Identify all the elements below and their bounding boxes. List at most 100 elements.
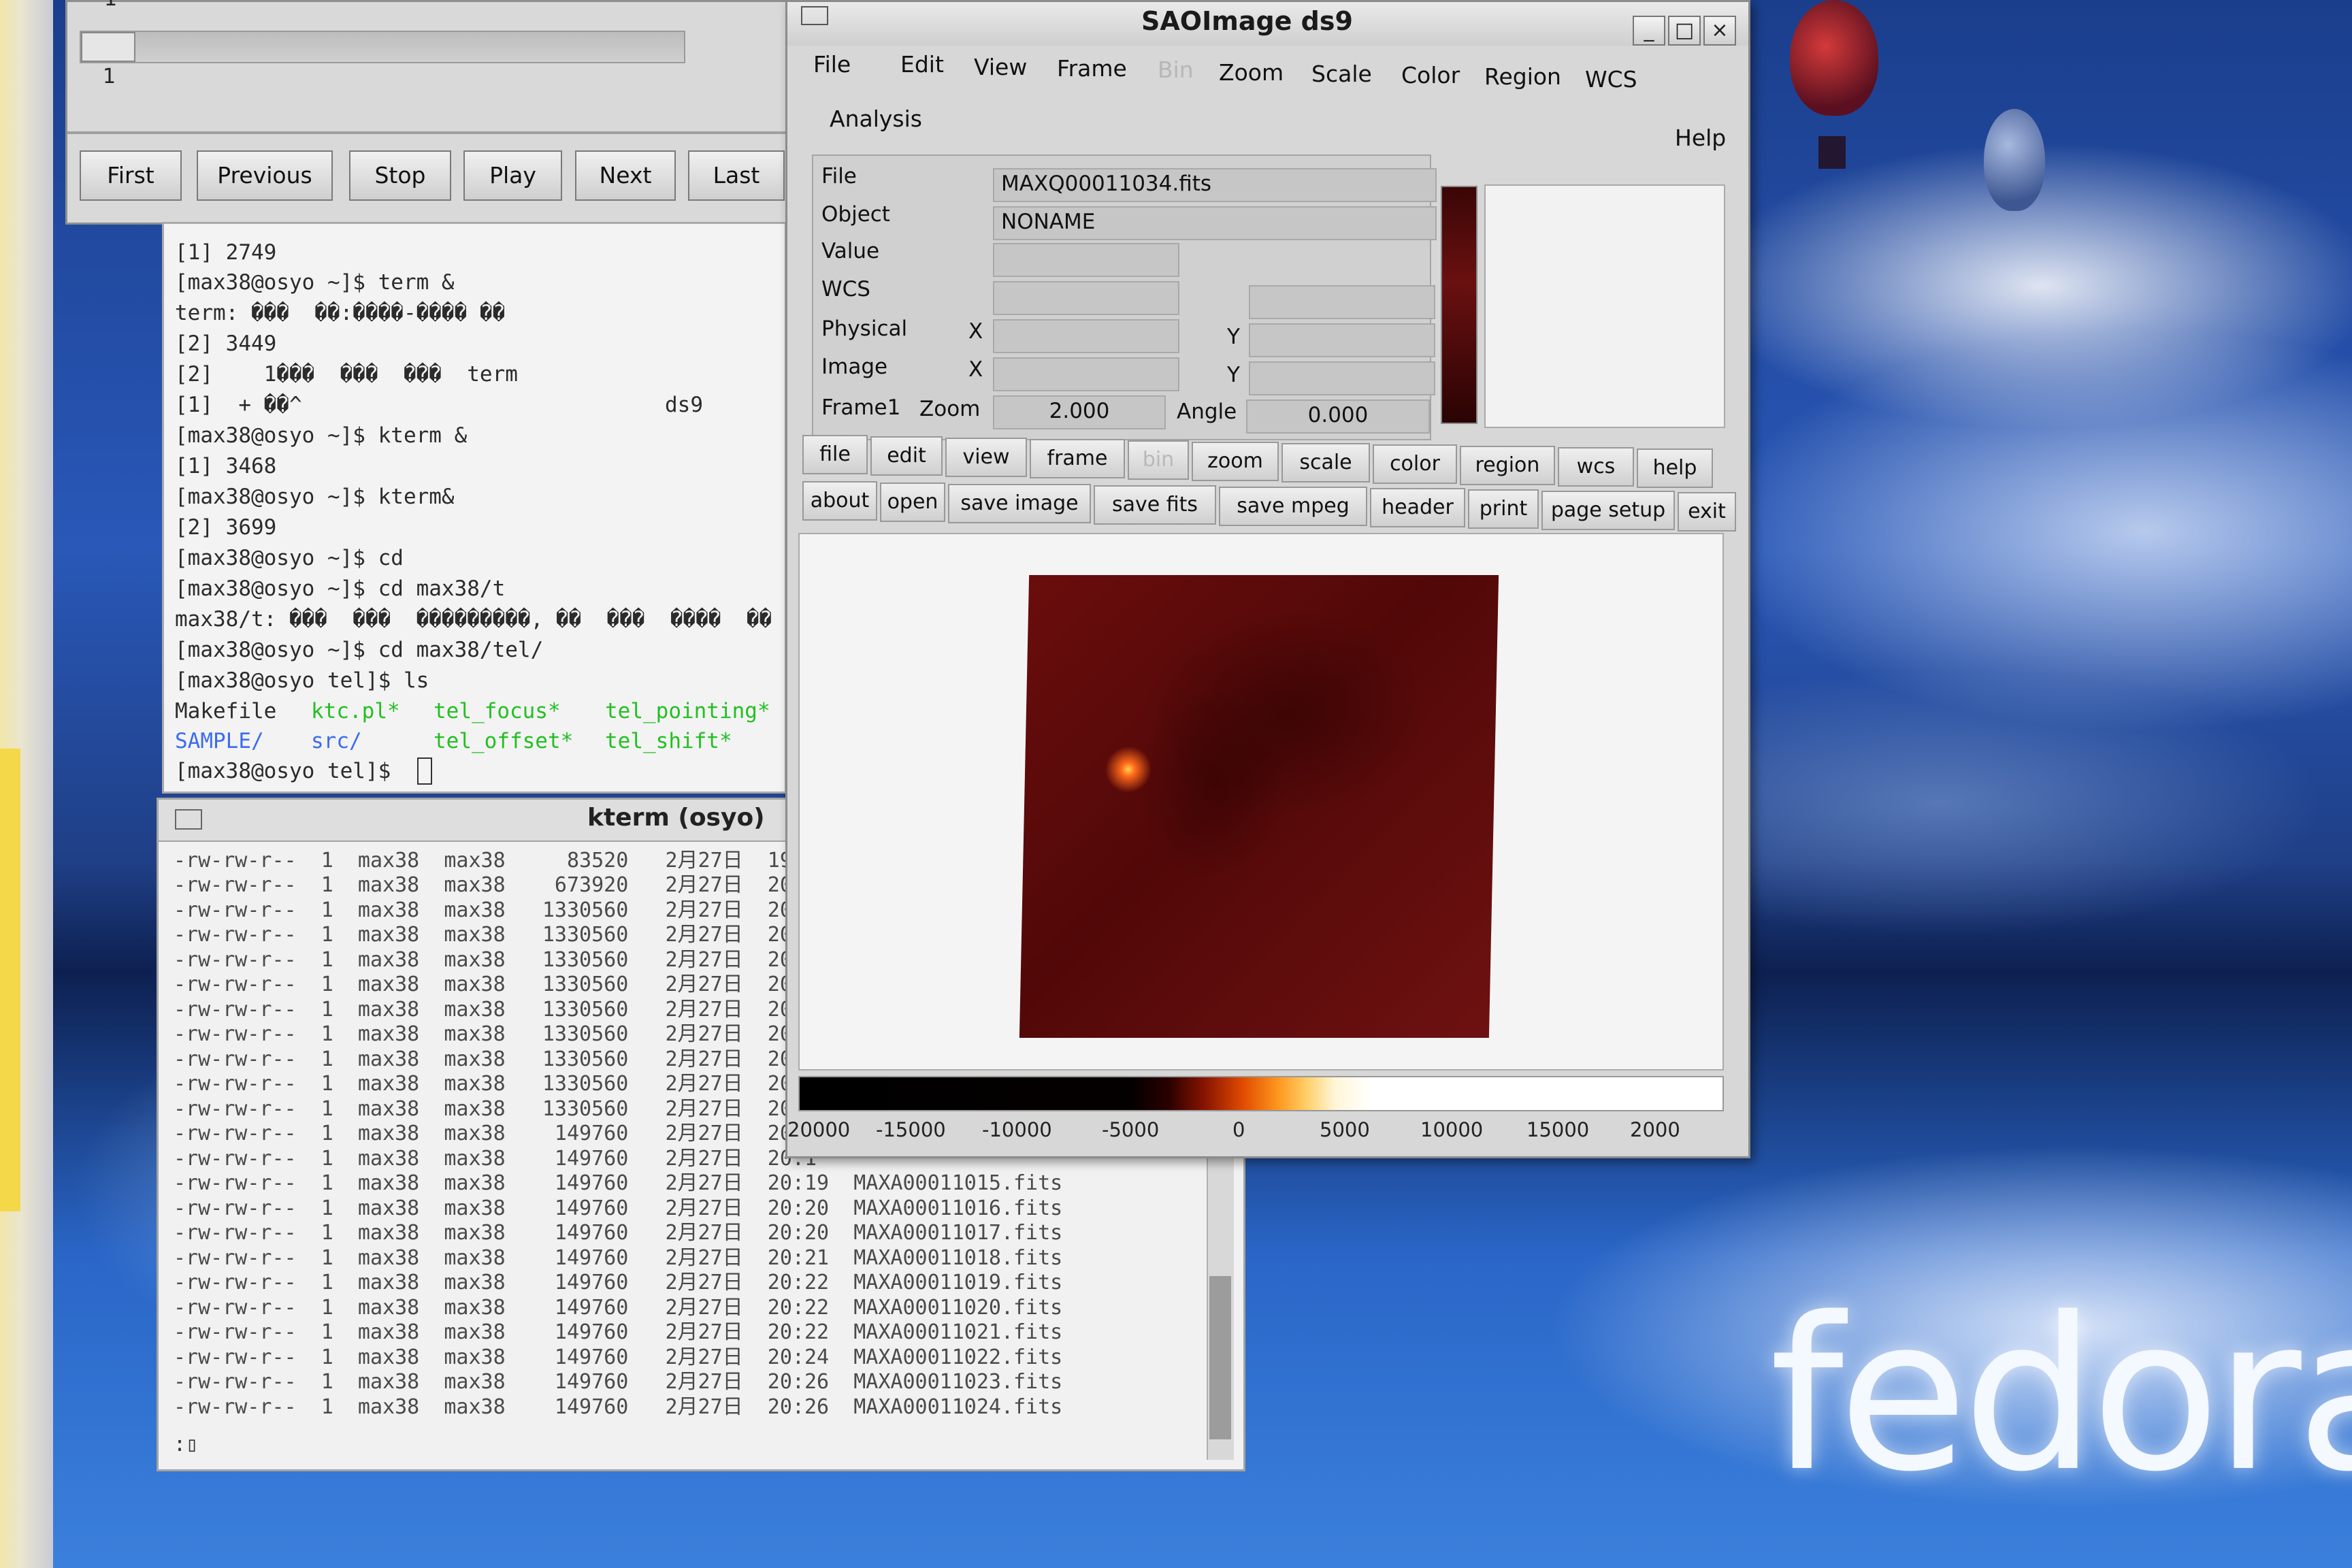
- terminal-line: [1] 3468: [175, 454, 277, 478]
- btn-page-setup[interactable]: page setup: [1541, 491, 1675, 530]
- image-label: Image: [821, 355, 888, 379]
- file-row: -rw-rw-r-- 1 max38 max38 149760 2月27日 20…: [174, 1271, 1063, 1294]
- ls-entry: SAMPLE/: [175, 729, 264, 753]
- physical-y-field: [1249, 323, 1435, 357]
- menu-wcs[interactable]: WCS: [1585, 66, 1637, 93]
- file-row: -rw-rw-r-- 1 max38 max38 1330560 2月27日 2…: [174, 998, 817, 1022]
- btn-save-image[interactable]: save image: [948, 484, 1091, 523]
- ls-entry: tel_shift*: [605, 729, 732, 753]
- stop-button[interactable]: Stop: [349, 150, 451, 201]
- physical-x-field: [993, 319, 1179, 353]
- terminal-window[interactable]: [1] 2749 [max38@osyo ~]$ term & term: ��…: [162, 222, 787, 794]
- previous-button[interactable]: Previous: [197, 150, 333, 201]
- file-row: -rw-rw-r-- 1 max38 max38 149760 2月27日 20…: [174, 1370, 1063, 1394]
- kterm-scrollbar-thumb[interactable]: [1209, 1276, 1231, 1439]
- menu-zoom[interactable]: Zoom: [1219, 59, 1284, 86]
- file-row: -rw-rw-r-- 1 max38 max38 1330560 2月27日 2…: [174, 973, 817, 996]
- window-menu-icon[interactable]: [175, 809, 202, 830]
- image-y-label: Y: [1227, 363, 1240, 387]
- hot-air-balloon-red: [1790, 0, 1878, 116]
- file-label: File: [821, 164, 857, 189]
- btn-save-mpeg[interactable]: save mpeg: [1219, 487, 1367, 526]
- btn-color[interactable]: color: [1373, 444, 1457, 484]
- btn-view[interactable]: view: [945, 438, 1027, 477]
- file-row: -rw-rw-r-- 1 max38 max38 149760 2月27日 20…: [174, 1395, 1063, 1419]
- wcs-label: WCS: [821, 277, 870, 301]
- colorbar-tick: -15000: [876, 1118, 946, 1141]
- ds9-titlebar[interactable]: SAOImage ds9 _ □ ×: [787, 2, 1748, 46]
- btn-help[interactable]: help: [1637, 448, 1713, 488]
- btn-frame[interactable]: frame: [1030, 439, 1125, 478]
- btn-zoom[interactable]: zoom: [1192, 442, 1279, 481]
- panner-colormap: [1441, 186, 1477, 424]
- colorbar-tick: 15000: [1526, 1118, 1590, 1141]
- angle-label: Angle: [1177, 399, 1237, 424]
- menu-file[interactable]: File: [813, 51, 851, 78]
- first-button[interactable]: First: [80, 150, 182, 201]
- btn-about[interactable]: about: [802, 481, 877, 521]
- file-row: -rw-rw-r-- 1 max38 max38 1330560 2月27日 2…: [174, 1047, 817, 1071]
- btn-save-fits[interactable]: save fits: [1094, 485, 1216, 525]
- frame-slider-track[interactable]: [80, 31, 685, 63]
- close-button[interactable]: ×: [1703, 16, 1736, 46]
- ls-entry: tel_focus*: [434, 699, 561, 723]
- menu-region[interactable]: Region: [1484, 63, 1561, 90]
- terminal-line: max38/t: ��� ��� ���������, �� ��� ���� …: [175, 607, 772, 632]
- menu-frame[interactable]: Frame: [1057, 55, 1127, 82]
- btn-region[interactable]: region: [1460, 446, 1555, 485]
- file-row: -rw-rw-r-- 1 max38 max38 149760 2月27日 20…: [174, 1221, 1063, 1245]
- btn-scale[interactable]: scale: [1281, 443, 1370, 483]
- btn-print[interactable]: print: [1468, 489, 1539, 529]
- btn-file[interactable]: file: [802, 435, 868, 474]
- angle-value: 0.000: [1246, 399, 1430, 434]
- kterm-title: kterm (osyo): [587, 804, 765, 832]
- terminal-line: [max38@osyo ~]$ cd max38/t: [175, 576, 506, 601]
- btn-header[interactable]: header: [1370, 488, 1465, 527]
- file-row: -rw-rw-r-- 1 max38 max38 1330560 2月27日 2…: [174, 898, 817, 922]
- image-canvas[interactable]: [798, 533, 1724, 1071]
- file-row: -rw-rw-r-- 1 max38 max38 149760 2月27日 20…: [174, 1147, 817, 1171]
- menu-view[interactable]: View: [974, 54, 1027, 80]
- menu-help[interactable]: Help: [1675, 125, 1726, 151]
- btn-exit[interactable]: exit: [1678, 492, 1736, 532]
- btn-bin[interactable]: bin: [1128, 440, 1189, 480]
- physical-label: Physical: [821, 316, 908, 341]
- last-button[interactable]: Last: [688, 150, 785, 201]
- frame-slider-thumb[interactable]: [81, 32, 135, 62]
- ds9-window: SAOImage ds9 _ □ × File Edit View Frame …: [785, 0, 1750, 1158]
- btn-edit[interactable]: edit: [870, 436, 943, 476]
- file-row: -rw-rw-r-- 1 max38 max38 149760 2月27日 20…: [174, 1345, 1063, 1369]
- hot-air-balloon-blue: [1984, 109, 2045, 211]
- window-menu-icon[interactable]: [801, 6, 828, 25]
- maximize-button[interactable]: □: [1668, 16, 1701, 46]
- file-value: MAXQ00011034.fits: [993, 168, 1437, 202]
- btn-open[interactable]: open: [880, 483, 945, 522]
- colorbar-tick: -10000: [982, 1118, 1052, 1141]
- menu-scale[interactable]: Scale: [1311, 61, 1372, 87]
- frame-number: 1: [103, 65, 116, 88]
- menu-analysis[interactable]: Analysis: [830, 105, 922, 132]
- image-x-field: [993, 357, 1179, 391]
- terminal-line: [2] 1��� ��� ��� term: [175, 362, 518, 387]
- physical-y-label: Y: [1227, 325, 1240, 349]
- fits-image[interactable]: [1019, 575, 1499, 1038]
- next-button[interactable]: Next: [575, 150, 676, 201]
- terminal-line: [1] + ��^: [175, 393, 302, 417]
- file-row: -rw-rw-r-- 1 max38 max38 149760 2月27日 20…: [174, 1196, 1063, 1220]
- colorbar[interactable]: [798, 1076, 1724, 1111]
- object-label: Object: [821, 202, 890, 227]
- file-row: -rw-rw-r-- 1 max38 max38 149760 2月27日 20…: [174, 1296, 1063, 1320]
- ls-entry: tel_offset*: [434, 729, 574, 753]
- value-label: Value: [821, 239, 880, 263]
- menu-edit[interactable]: Edit: [900, 51, 944, 78]
- btn-wcs[interactable]: wcs: [1558, 447, 1634, 487]
- menu-bin[interactable]: Bin: [1158, 56, 1194, 83]
- play-button[interactable]: Play: [463, 150, 562, 201]
- file-row: -rw-rw-r-- 1 max38 max38 149760 2月27日 20…: [174, 1246, 1063, 1270]
- menu-color[interactable]: Color: [1401, 62, 1460, 88]
- minimize-button[interactable]: _: [1633, 16, 1665, 46]
- file-row: -rw-rw-r-- 1 max38 max38 1330560 2月27日 2…: [174, 1072, 817, 1096]
- ls-entry: Makefile: [175, 699, 277, 723]
- terminal-line: [max38@osyo ~]$ kterm &: [175, 423, 468, 448]
- file-row: -rw-rw-r-- 1 max38 max38 149760 2月27日 20…: [174, 1171, 1063, 1195]
